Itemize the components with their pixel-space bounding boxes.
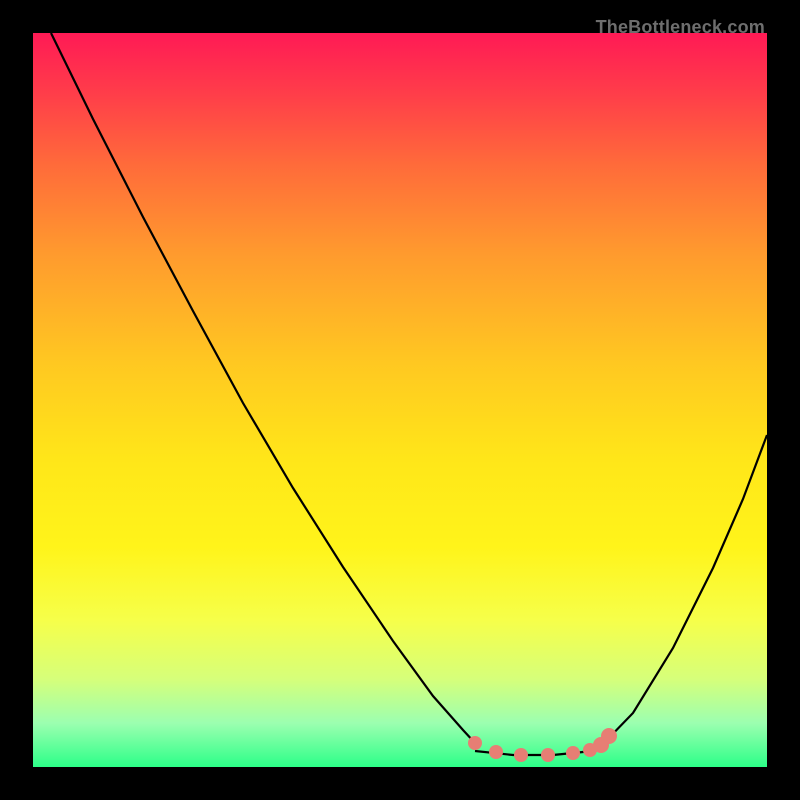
floor-dots — [468, 728, 617, 762]
chart-frame: TheBottleneck.com — [16, 16, 784, 784]
floor-marker — [601, 728, 617, 744]
floor-marker — [468, 736, 482, 750]
floor-marker — [489, 745, 503, 759]
curve-left — [51, 33, 475, 743]
plot-area: TheBottleneck.com — [33, 33, 767, 767]
floor-marker — [566, 746, 580, 760]
floor-marker — [514, 748, 528, 762]
curve-svg — [33, 33, 767, 767]
floor-marker — [541, 748, 555, 762]
curve-right — [603, 435, 767, 744]
